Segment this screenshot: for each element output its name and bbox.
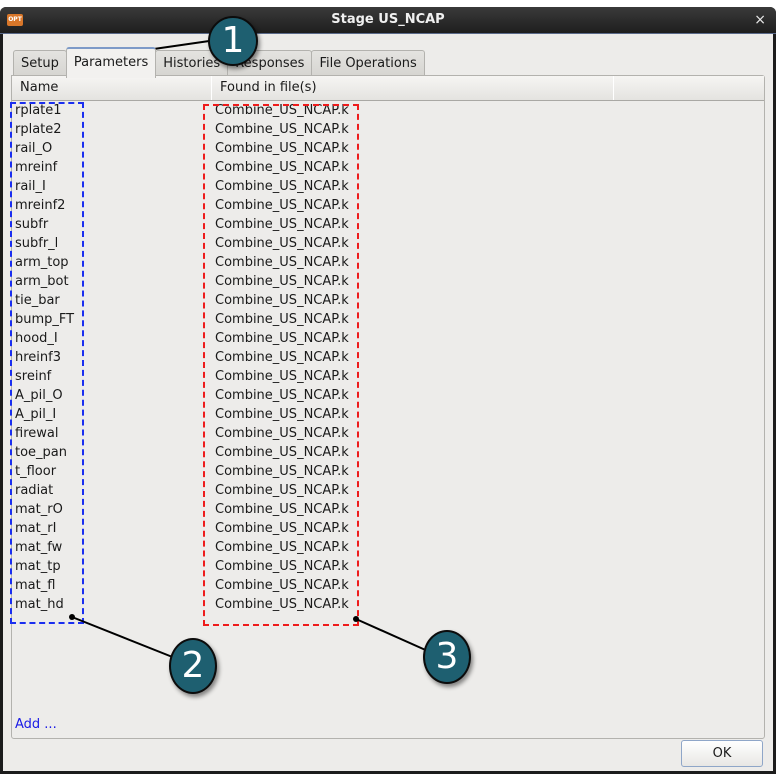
callout-2: 2 [169,638,217,694]
tab-parameters[interactable]: Parameters [65,47,157,78]
callout-2-dot [69,614,75,620]
callout-leaders [69,37,431,661]
callout-3-dot [353,616,359,622]
callout-1: 1 [208,16,258,66]
callout-2-leader [71,616,181,661]
callout-3-leader [355,618,431,653]
callout-3: 3 [423,630,471,684]
